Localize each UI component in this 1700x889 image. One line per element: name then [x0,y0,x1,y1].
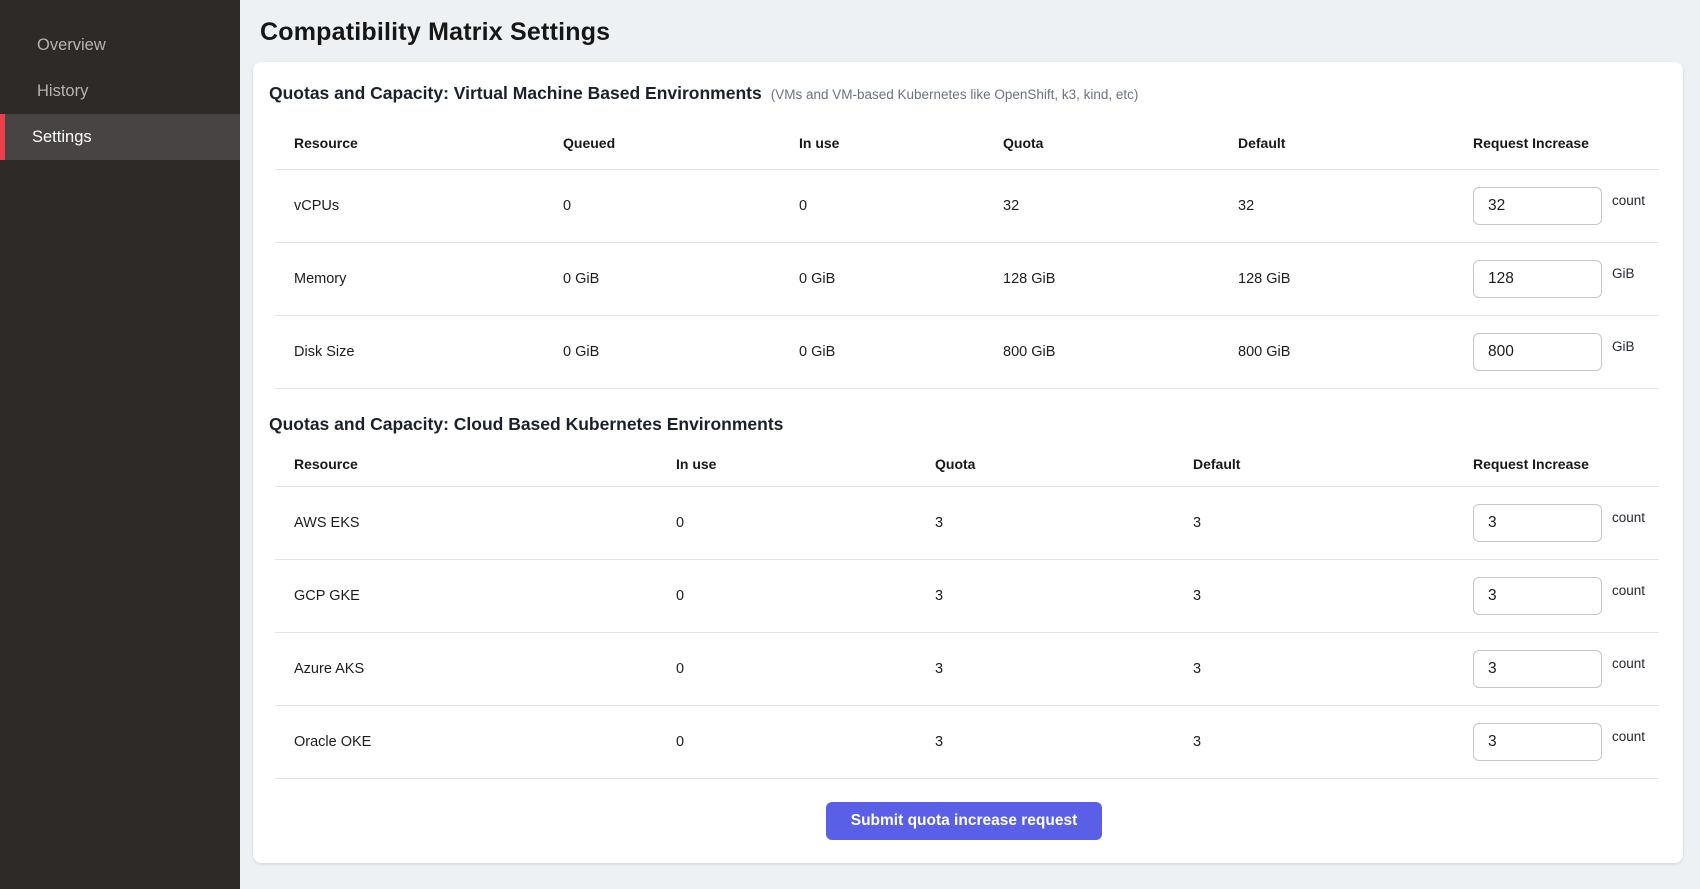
column-header-request-increase: Request Increase [1473,135,1659,151]
unit-label: GiB [1612,266,1635,281]
resource-name: Memory [275,271,563,287]
in-use-value: 0 [676,588,935,604]
vm-section-heading: Quotas and Capacity: Virtual Machine Bas… [269,83,762,104]
request-increase-cell: count [1473,577,1659,615]
request-increase-input-disk-size[interactable] [1473,333,1602,371]
table-header-row: Resource Queued In use Quota Default Req… [275,104,1659,170]
default-value: 3 [1193,515,1473,531]
main-content: Compatibility Matrix Settings Quotas and… [240,0,1700,889]
quota-value: 3 [935,588,1193,604]
request-increase-input-gcp-gke[interactable] [1473,577,1602,615]
in-use-value: 0 GiB [799,271,1003,287]
vm-section-subtitle: (VMs and VM-based Kubernetes like OpenSh… [771,87,1139,102]
request-increase-input-aws-eks[interactable] [1473,504,1602,542]
table-row-aws-eks: AWS EKS 0 3 3 count [275,487,1659,560]
in-use-value: 0 [799,198,1003,214]
table-row-gcp-gke: GCP GKE 0 3 3 count [275,560,1659,633]
column-header-in-use: In use [676,456,935,472]
column-header-default: Default [1193,456,1473,472]
unit-label: GiB [1612,339,1635,354]
vm-section-title: Quotas and Capacity: Virtual Machine Bas… [269,62,1659,104]
in-use-value: 0 [676,515,935,531]
sidebar-item-label: History [37,82,88,101]
column-header-resource: Resource [275,135,563,151]
quota-value: 3 [935,734,1193,750]
resource-name: Oracle OKE [275,734,676,750]
table-row-azure-aks: Azure AKS 0 3 3 count [275,633,1659,706]
resource-name: vCPUs [275,198,563,214]
queued-value: 0 [563,198,799,214]
resource-name: Disk Size [275,344,563,360]
in-use-value: 0 [676,661,935,677]
request-increase-cell: count [1473,187,1659,225]
column-header-resource: Resource [275,456,676,472]
in-use-value: 0 [676,734,935,750]
resource-name: Azure AKS [275,661,676,677]
settings-card: Quotas and Capacity: Virtual Machine Bas… [253,62,1683,863]
request-increase-input-memory[interactable] [1473,260,1602,298]
quota-value: 128 GiB [1003,271,1238,287]
column-header-queued: Queued [563,135,799,151]
column-header-quota: Quota [1003,135,1238,151]
unit-label: count [1612,193,1645,208]
unit-label: count [1612,510,1645,525]
resource-name: GCP GKE [275,588,676,604]
request-increase-cell: GiB [1473,260,1659,298]
request-increase-cell: count [1473,723,1659,761]
request-increase-input-azure-aks[interactable] [1473,650,1602,688]
request-increase-input-oracle-oke[interactable] [1473,723,1602,761]
queued-value: 0 GiB [563,344,799,360]
request-increase-cell: GiB [1473,333,1659,371]
sidebar-item-label: Overview [37,36,106,55]
vm-quota-table: Resource Queued In use Quota Default Req… [275,104,1659,389]
cloud-section-title: Quotas and Capacity: Cloud Based Kuberne… [269,389,1659,435]
in-use-value: 0 GiB [799,344,1003,360]
request-increase-input-vcpus[interactable] [1473,187,1602,225]
sidebar: Overview History Settings [0,0,240,889]
column-header-in-use: In use [799,135,1003,151]
quota-value: 3 [935,515,1193,531]
default-value: 32 [1238,198,1473,214]
request-increase-cell: count [1473,650,1659,688]
unit-label: count [1612,583,1645,598]
default-value: 3 [1193,661,1473,677]
sidebar-item-label: Settings [32,128,92,147]
unit-label: count [1612,729,1645,744]
quota-value: 3 [935,661,1193,677]
queued-value: 0 GiB [563,271,799,287]
table-row-disk-size: Disk Size 0 GiB 0 GiB 800 GiB 800 GiB Gi… [275,316,1659,389]
card-footer: Submit quota increase request [269,779,1659,863]
cloud-section-heading: Quotas and Capacity: Cloud Based Kuberne… [269,414,783,435]
column-header-quota: Quota [935,456,1193,472]
resource-name: AWS EKS [275,515,676,531]
sidebar-item-history[interactable]: History [0,68,240,114]
column-header-default: Default [1238,135,1473,151]
quota-value: 800 GiB [1003,344,1238,360]
table-row-oracle-oke: Oracle OKE 0 3 3 count [275,706,1659,779]
sidebar-item-settings[interactable]: Settings [0,114,240,160]
default-value: 800 GiB [1238,344,1473,360]
cloud-quota-table: Resource In use Quota Default Request In… [275,435,1659,779]
table-row-memory: Memory 0 GiB 0 GiB 128 GiB 128 GiB GiB [275,243,1659,316]
table-row-vcpus: vCPUs 0 0 32 32 count [275,170,1659,243]
page-title: Compatibility Matrix Settings [240,0,1700,47]
column-header-request-increase: Request Increase [1473,456,1659,472]
submit-quota-increase-button[interactable]: Submit quota increase request [826,802,1103,840]
request-increase-cell: count [1473,504,1659,542]
default-value: 128 GiB [1238,271,1473,287]
sidebar-item-overview[interactable]: Overview [0,22,240,68]
table-header-row: Resource In use Quota Default Request In… [275,435,1659,487]
default-value: 3 [1193,588,1473,604]
default-value: 3 [1193,734,1473,750]
unit-label: count [1612,656,1645,671]
quota-value: 32 [1003,198,1238,214]
